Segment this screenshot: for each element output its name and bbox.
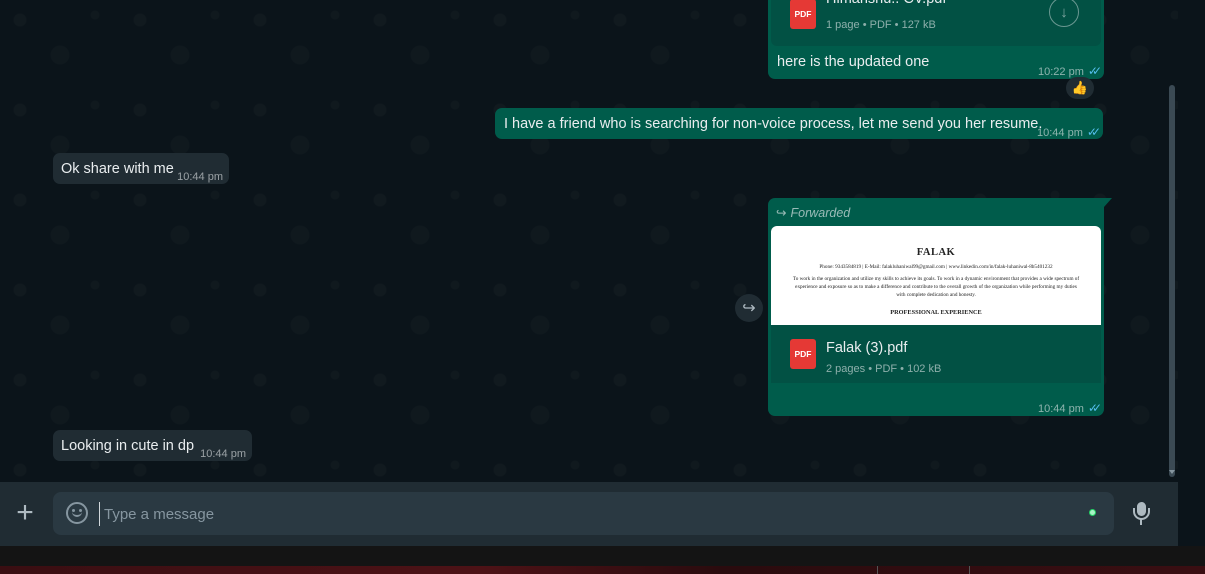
- preview-name: FALAK: [916, 247, 956, 258]
- os-taskbar: [0, 546, 1205, 574]
- forwarded-label: ↪ Forwarded: [776, 206, 851, 220]
- message-meta: 10:44 pm ✓✓: [1038, 399, 1102, 419]
- message-composer: +: [0, 482, 1178, 546]
- download-icon[interactable]: ↓: [1049, 0, 1079, 27]
- attach-button[interactable]: +: [12, 498, 38, 528]
- message-outgoing-document[interactable]: PDF Himanshu.. CV.pdf 1 page • PDF • 127…: [768, 0, 1104, 79]
- taskbar-separator: [969, 566, 970, 574]
- download-arrow-icon: ↓: [1060, 3, 1068, 21]
- forward-icon: ↪: [742, 300, 756, 317]
- plus-icon: +: [16, 496, 34, 529]
- taskbar-strip: [0, 566, 1205, 574]
- message-incoming-text[interactable]: Looking in cute in dp 10:44 pm: [53, 430, 252, 461]
- document-card[interactable]: PDF Himanshu.. CV.pdf 1 page • PDF • 127…: [771, 0, 1101, 46]
- message-text: I have a friend who is searching for non…: [504, 116, 1043, 132]
- message-outgoing-text[interactable]: I have a friend who is searching for non…: [495, 108, 1103, 139]
- reaction-thumbs-up[interactable]: 👍: [1066, 77, 1094, 99]
- thumbs-up-icon: 👍: [1071, 80, 1089, 95]
- preview-objective: To work in the organization and utilize …: [792, 275, 1080, 299]
- preview-section: PROFESSIONAL EXPERIENCE: [890, 309, 982, 317]
- message-text: Ok share with me: [61, 161, 174, 177]
- message-time: 10:44 pm: [200, 448, 246, 460]
- message-outgoing-forwarded-document[interactable]: ↪ Forwarded FALAK Phone: 9343584819 | E-M…: [768, 198, 1112, 419]
- read-ticks-icon: ✓✓: [1087, 401, 1102, 415]
- document-info: 2 pages • PDF • 102 kB: [826, 363, 942, 375]
- message-text: Looking in cute in dp: [61, 438, 195, 454]
- message-incoming-text[interactable]: Ok share with me 10:44 pm: [53, 153, 229, 184]
- forwarded-icon: ↪: [776, 206, 787, 220]
- document-info: 1 page • PDF • 127 kB: [826, 19, 936, 31]
- document-name: Himanshu.. CV.pdf: [826, 0, 946, 9]
- taskbar-separator: [877, 566, 878, 574]
- pdf-icon: PDF: [790, 339, 816, 369]
- emoji-smile-icon: [72, 512, 82, 517]
- emoji-button[interactable]: [66, 502, 88, 524]
- forward-button[interactable]: ↪: [735, 294, 763, 322]
- message-time: 10:44 pm: [1038, 403, 1084, 415]
- bubble-tail: [1104, 198, 1112, 207]
- mic-base-icon: [1140, 519, 1142, 525]
- input-container: [53, 492, 1114, 535]
- message-meta: 10:44 pm ✓✓: [1037, 123, 1101, 143]
- document-name: Falak (3).pdf: [826, 340, 908, 356]
- message-input[interactable]: [99, 502, 1066, 526]
- read-ticks-icon: ✓✓: [1087, 64, 1102, 78]
- message-text: here is the updated one: [777, 54, 930, 70]
- document-preview[interactable]: FALAK Phone: 9343584819 | E-Mail: falakl…: [771, 226, 1101, 325]
- message-time: 10:44 pm: [1037, 127, 1083, 139]
- pdf-icon: PDF: [790, 0, 816, 29]
- read-ticks-icon: ✓✓: [1086, 125, 1101, 139]
- chat-panel: PDF Himanshu.. CV.pdf 1 page • PDF • 127…: [0, 0, 1178, 482]
- document-card[interactable]: PDF Falak (3).pdf 2 pages • PDF • 102 kB: [771, 325, 1101, 383]
- voice-message-button[interactable]: [1130, 502, 1154, 528]
- scroll-down-arrow-icon[interactable]: [1169, 470, 1175, 474]
- status-dot-icon: [1089, 509, 1096, 516]
- chat-scrollbar[interactable]: [1169, 85, 1175, 477]
- preview-contact: Phone: 9343584819 | E-Mail: falakluhaniw…: [819, 264, 1053, 270]
- message-time: 10:44 pm: [177, 171, 223, 183]
